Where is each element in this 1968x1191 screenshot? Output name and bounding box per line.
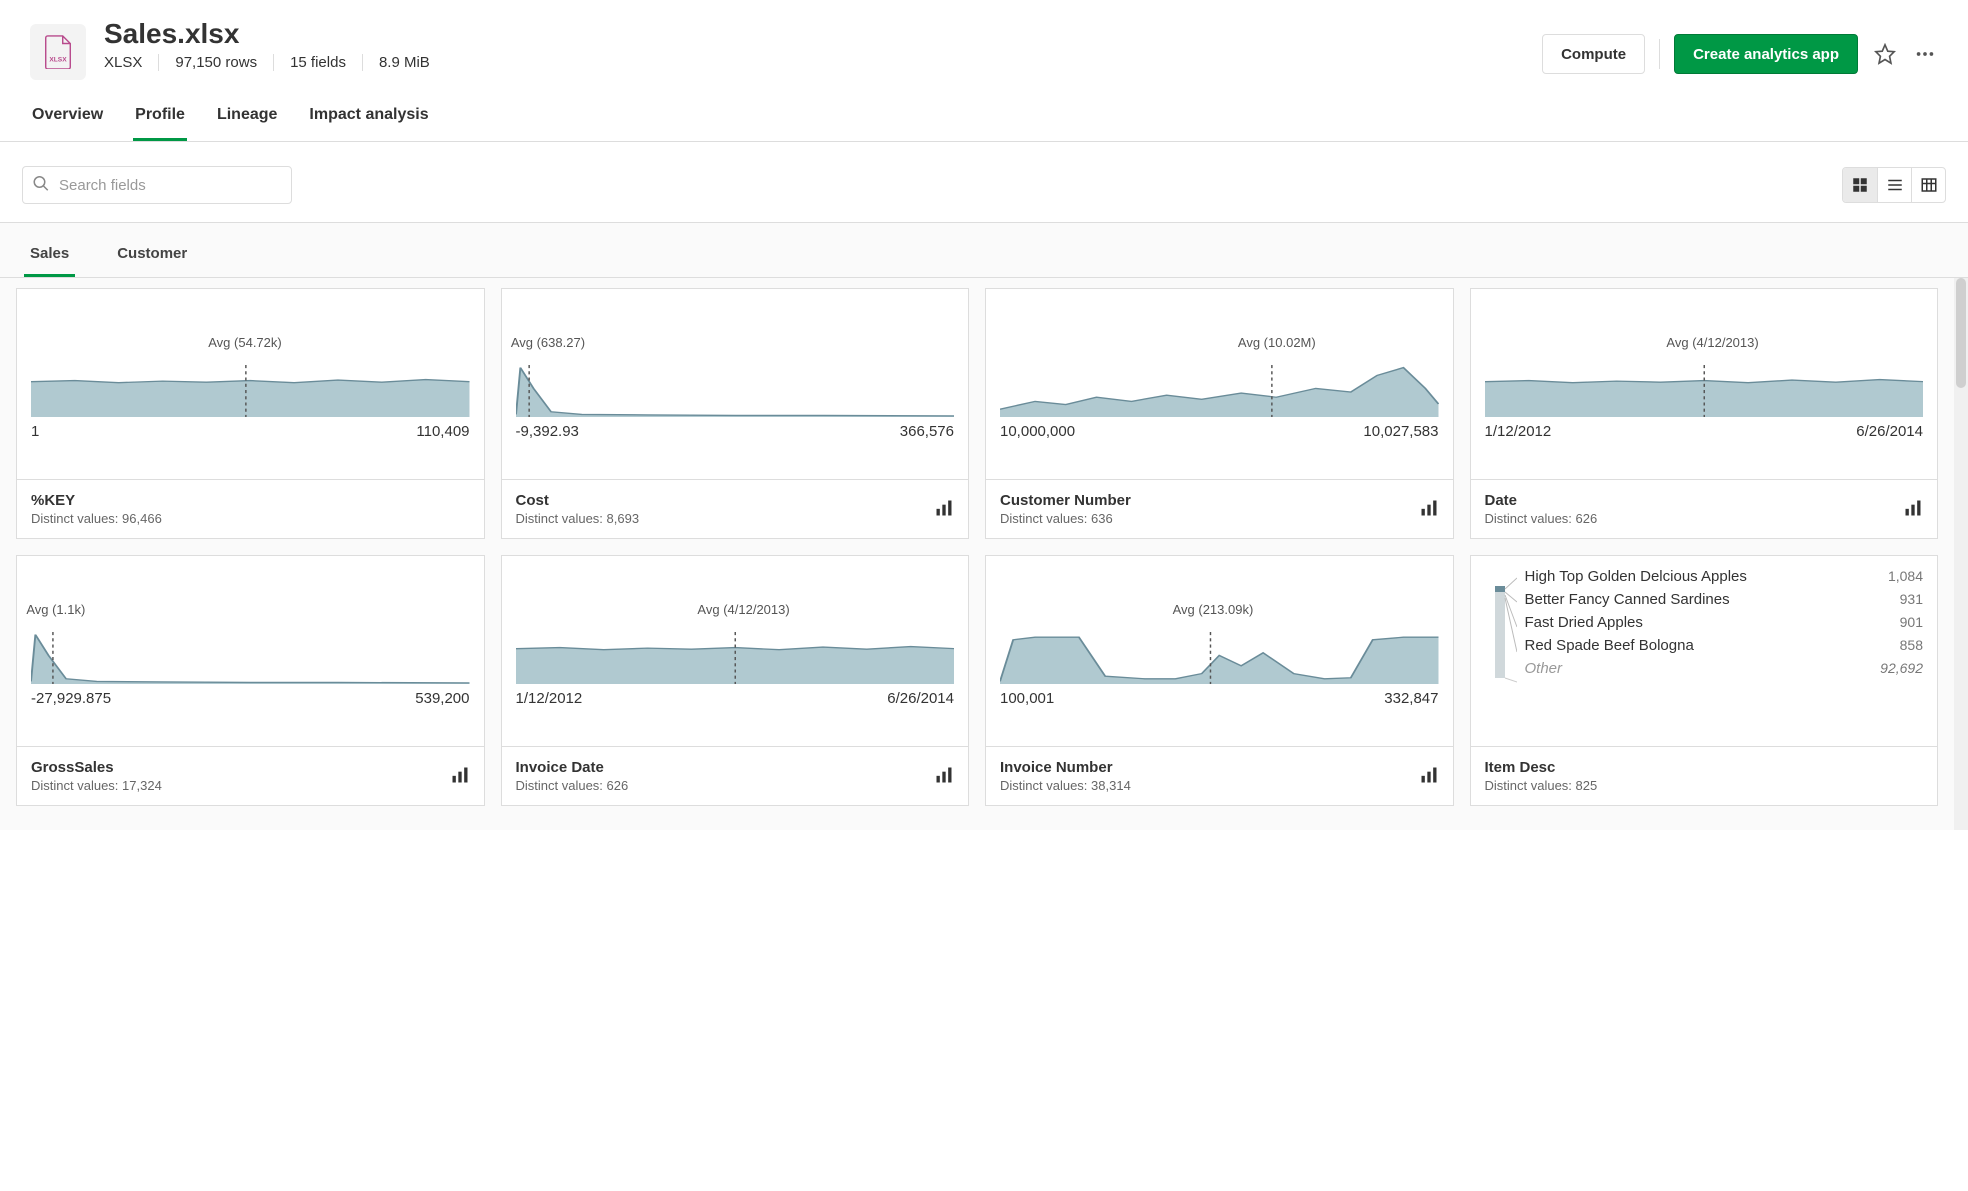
range-min: 1/12/2012 <box>516 690 583 707</box>
field-name: Invoice Number <box>1000 759 1131 776</box>
field-name: Cost <box>516 492 640 509</box>
top-value-row: Fast Dried Apples 901 <box>1525 614 1924 631</box>
field-name: Customer Number <box>1000 492 1131 509</box>
range-max: 6/26/2014 <box>1856 423 1923 440</box>
distinct-values: Distinct values: 38,314 <box>1000 778 1131 793</box>
measure-icon <box>934 498 954 521</box>
field-card-invdate[interactable]: Avg (4/12/2013) 1/12/2012 6/26/2014 Invo… <box>501 555 970 806</box>
search-icon <box>32 175 50 196</box>
main-tab-overview[interactable]: Overview <box>30 106 105 141</box>
avg-label: Avg (213.09k) <box>1173 602 1254 617</box>
top-value-count: 931 <box>1900 591 1923 608</box>
distinct-values: Distinct values: 626 <box>516 778 629 793</box>
meta-fields: 15 fields <box>274 54 363 71</box>
distinct-values: Distinct values: 626 <box>1485 511 1598 526</box>
range-max: 539,200 <box>415 690 469 707</box>
top-value-label: High Top Golden Delcious Apples <box>1525 568 1747 585</box>
meta-size: 8.9 MiB <box>363 54 446 71</box>
field-name: Item Desc <box>1485 759 1598 776</box>
distinct-values: Distinct values: 96,466 <box>31 511 162 526</box>
avg-label: Avg (1.1k) <box>26 602 85 617</box>
avg-label: Avg (4/12/2013) <box>1666 335 1758 350</box>
field-card-custnum[interactable]: Avg (10.02M) 10,000,000 10,027,583 Custo… <box>985 288 1454 539</box>
top-value-count: 901 <box>1900 614 1923 631</box>
top-value-count: 1,084 <box>1888 568 1923 585</box>
file-meta: XLSX 97,150 rows 15 fields 8.9 MiB <box>104 54 446 71</box>
file-type-icon: XLSX <box>30 24 86 80</box>
measure-icon <box>934 765 954 788</box>
view-mode-toggle <box>1842 167 1946 203</box>
view-mode-grid-icon[interactable] <box>1843 168 1877 202</box>
distinct-values: Distinct values: 825 <box>1485 778 1598 793</box>
view-mode-table-icon[interactable] <box>1911 168 1945 202</box>
field-name: Invoice Date <box>516 759 629 776</box>
field-card-key[interactable]: Avg (54.72k) 1 110,409 %KEY Distinct val… <box>16 288 485 539</box>
page-title: Sales.xlsx <box>104 18 446 50</box>
field-card-itemdesc[interactable]: High Top Golden Delcious Apples 1,084 Be… <box>1470 555 1939 806</box>
other-count: 92,692 <box>1880 660 1923 677</box>
field-card-gross[interactable]: Avg (1.1k) -27,929.875 539,200 GrossSale… <box>16 555 485 806</box>
avg-label: Avg (54.72k) <box>208 335 281 350</box>
field-card-invnum[interactable]: Avg (213.09k) 100,001 332,847 Invoice Nu… <box>985 555 1454 806</box>
top-value-label: Better Fancy Canned Sardines <box>1525 591 1730 608</box>
range-min: 1/12/2012 <box>1485 423 1552 440</box>
field-name: GrossSales <box>31 759 162 776</box>
avg-label: Avg (638.27) <box>511 335 585 350</box>
svg-text:XLSX: XLSX <box>49 56 67 63</box>
top-value-label: Fast Dried Apples <box>1525 614 1643 631</box>
topvalues-bars-icon <box>1485 568 1517 695</box>
range-max: 332,847 <box>1384 690 1438 707</box>
range-min: 1 <box>31 423 39 440</box>
meta-filetype: XLSX <box>104 54 159 71</box>
create-analytics-app-button[interactable]: Create analytics app <box>1674 34 1858 74</box>
range-min: -27,929.875 <box>31 690 111 707</box>
sheet-tabs: Sales Customer <box>0 223 1968 278</box>
range-max: 10,027,583 <box>1363 423 1438 440</box>
range-min: 100,001 <box>1000 690 1054 707</box>
scrollbar[interactable] <box>1954 278 1968 830</box>
top-value-label: Red Spade Beef Bologna <box>1525 637 1694 654</box>
scrollbar-thumb[interactable] <box>1956 278 1966 388</box>
top-value-row: Better Fancy Canned Sardines 931 <box>1525 591 1924 608</box>
field-card-date[interactable]: Avg (4/12/2013) 1/12/2012 6/26/2014 Date… <box>1470 288 1939 539</box>
field-name: %KEY <box>31 492 162 509</box>
measure-icon <box>1419 498 1439 521</box>
profile-card-grid: Avg (54.72k) 1 110,409 %KEY Distinct val… <box>0 278 1954 830</box>
view-mode-list-icon[interactable] <box>1877 168 1911 202</box>
divider <box>1659 39 1660 69</box>
avg-label: Avg (10.02M) <box>1238 335 1316 350</box>
avg-label: Avg (4/12/2013) <box>697 602 789 617</box>
sheet-tab-customer[interactable]: Customer <box>111 237 193 277</box>
range-max: 366,576 <box>900 423 954 440</box>
field-card-cost[interactable]: Avg (638.27) -9,392.93 366,576 Cost Dist… <box>501 288 970 539</box>
favorite-star-icon[interactable] <box>1872 41 1898 67</box>
other-label: Other <box>1525 660 1563 677</box>
top-value-count: 858 <box>1900 637 1923 654</box>
main-tab-impact-analysis[interactable]: Impact analysis <box>307 106 430 141</box>
compute-button[interactable]: Compute <box>1542 34 1645 74</box>
main-tabs: Overview Profile Lineage Impact analysis <box>0 80 1968 142</box>
measure-icon <box>1903 498 1923 521</box>
meta-rows: 97,150 rows <box>159 54 274 71</box>
range-min: 10,000,000 <box>1000 423 1075 440</box>
top-value-row: High Top Golden Delcious Apples 1,084 <box>1525 568 1924 585</box>
sheet-tab-sales[interactable]: Sales <box>24 237 75 277</box>
field-name: Date <box>1485 492 1598 509</box>
range-max: 6/26/2014 <box>887 690 954 707</box>
search-fields-input[interactable] <box>22 166 292 204</box>
distinct-values: Distinct values: 8,693 <box>516 511 640 526</box>
top-value-row: Red Spade Beef Bologna 858 <box>1525 637 1924 654</box>
distinct-values: Distinct values: 636 <box>1000 511 1131 526</box>
measure-icon <box>1419 765 1439 788</box>
range-min: -9,392.93 <box>516 423 579 440</box>
range-max: 110,409 <box>416 423 469 440</box>
main-tab-lineage[interactable]: Lineage <box>215 106 279 141</box>
main-tab-profile[interactable]: Profile <box>133 106 187 141</box>
distinct-values: Distinct values: 17,324 <box>31 778 162 793</box>
more-menu-icon[interactable] <box>1912 41 1938 67</box>
top-value-other: Other 92,692 <box>1525 660 1924 677</box>
measure-icon <box>450 765 470 788</box>
